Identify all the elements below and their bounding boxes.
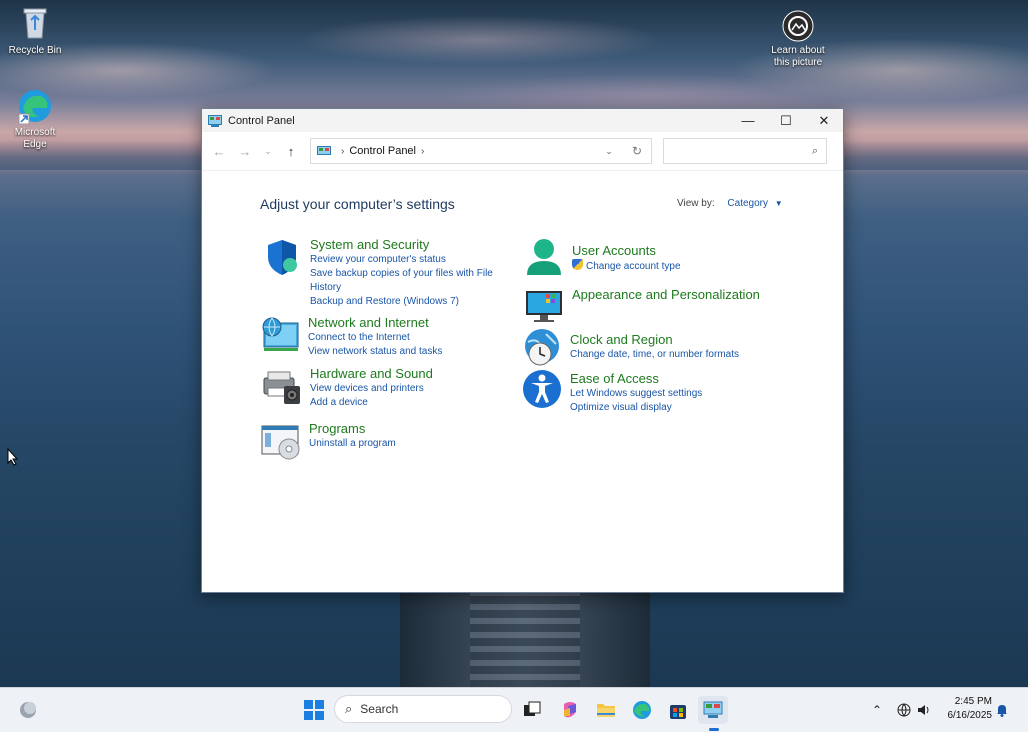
- taskbar: ⌕ Search ⌃ 2:45 PM 6/16/2025: [0, 687, 1028, 732]
- hardware-sound-title[interactable]: Hardware and Sound: [310, 366, 433, 382]
- breadcrumb-separator[interactable]: ›: [341, 146, 344, 157]
- review-status-link[interactable]: Review your computer's status: [310, 253, 493, 267]
- weather-widget-icon[interactable]: [14, 696, 42, 724]
- change-date-formats-link[interactable]: Change date, time, or number formats: [570, 348, 739, 362]
- back-arrow-icon[interactable]: ←: [206, 144, 232, 159]
- forward-arrow-icon[interactable]: →: [232, 144, 258, 159]
- change-account-type-label: Change account type: [586, 261, 681, 272]
- volume-icon[interactable]: [917, 688, 931, 732]
- title-bar[interactable]: Control Panel — ☐ ✕: [202, 109, 843, 132]
- appearance-title[interactable]: Appearance and Personalization: [572, 287, 760, 303]
- accessibility-icon[interactable]: [522, 369, 562, 409]
- category-hardware-sound: Hardware and Sound View devices and prin…: [262, 366, 433, 410]
- network-tray-icon[interactable]: [897, 688, 911, 732]
- category-clock-region: Clock and Region Change date, time, or n…: [522, 328, 739, 368]
- refresh-icon[interactable]: ↻: [623, 144, 651, 158]
- control-panel-content: Adjust your computer’s settings View by:…: [202, 171, 843, 591]
- desktop-icon-recycle-bin[interactable]: Recycle Bin: [0, 6, 70, 57]
- uninstall-program-link[interactable]: Uninstall a program: [309, 437, 396, 451]
- search-icon: ⌕: [345, 701, 353, 716]
- user-icon[interactable]: [524, 237, 564, 277]
- clock-region-title[interactable]: Clock and Region: [570, 332, 739, 348]
- devices-printers-link[interactable]: View devices and printers: [310, 382, 433, 396]
- notification-bell-icon[interactable]: [996, 688, 1008, 732]
- address-dropdown-chevron-icon[interactable]: ⌄: [595, 146, 623, 157]
- backup-restore-link[interactable]: Backup and Restore (Windows 7): [310, 295, 493, 309]
- edge-label-line1: Microsoft: [14, 127, 56, 138]
- recent-locations-chevron-icon[interactable]: ⌄: [258, 146, 278, 157]
- category-ease-of-access: Ease of Access Let Windows suggest setti…: [522, 369, 702, 415]
- taskbar-clock[interactable]: 2:45 PM 6/16/2025: [940, 695, 993, 723]
- programs-title[interactable]: Programs: [309, 421, 396, 437]
- close-button[interactable]: ✕: [805, 109, 843, 132]
- control-panel-icon: [208, 114, 222, 127]
- uac-shield-icon: [572, 259, 583, 270]
- taskbar-search-box[interactable]: ⌕ Search: [334, 695, 512, 723]
- up-arrow-icon[interactable]: ↑: [278, 144, 304, 159]
- copilot-icon[interactable]: [556, 696, 584, 724]
- category-system-security: System and Security Review your computer…: [262, 237, 493, 309]
- learn-label-line1: Learn about: [771, 45, 825, 56]
- view-by-category-dropdown[interactable]: Category: [727, 198, 768, 209]
- user-accounts-title[interactable]: User Accounts: [572, 243, 681, 259]
- network-status-link[interactable]: View network status and tasks: [308, 345, 442, 359]
- printer-speaker-icon[interactable]: [262, 366, 302, 406]
- ease-of-access-title[interactable]: Ease of Access: [570, 371, 702, 387]
- window-title: Control Panel: [228, 114, 295, 127]
- mouse-cursor-icon: [7, 447, 19, 469]
- wallpaper-pier: [400, 590, 650, 690]
- clock-globe-icon[interactable]: [522, 328, 562, 368]
- view-by-label: View by:: [677, 198, 715, 209]
- maximize-button[interactable]: ☐: [767, 109, 805, 132]
- category-programs: Programs Uninstall a program: [261, 421, 396, 461]
- connect-internet-link[interactable]: Connect to the Internet: [308, 331, 442, 345]
- category-user-accounts: User Accounts Change account type: [524, 237, 681, 277]
- microsoft-store-icon[interactable]: [664, 696, 692, 724]
- system-security-title[interactable]: System and Security: [310, 237, 493, 253]
- control-panel-small-icon: [317, 145, 331, 155]
- task-view-icon[interactable]: [518, 696, 546, 724]
- edge-taskbar-icon[interactable]: [628, 696, 656, 724]
- shield-icon[interactable]: [262, 237, 302, 277]
- caret-down-icon[interactable]: ▼: [775, 199, 783, 208]
- save-backup-link[interactable]: Save backup copies of your files with Fi…: [310, 267, 493, 281]
- search-icon: ⌕: [811, 144, 818, 157]
- change-account-type-link[interactable]: Change account type: [572, 259, 681, 274]
- camera-icon: [782, 10, 814, 42]
- control-panel-taskbar-icon[interactable]: [698, 696, 728, 724]
- programs-disc-icon[interactable]: [261, 421, 301, 461]
- network-internet-title[interactable]: Network and Internet: [308, 315, 442, 331]
- file-explorer-icon[interactable]: [592, 696, 620, 724]
- add-device-link[interactable]: Add a device: [310, 396, 433, 410]
- taskbar-search-label: Search: [360, 702, 399, 716]
- recycle-bin-label: Recycle Bin: [8, 45, 62, 56]
- search-control-panel-input[interactable]: ⌕: [663, 138, 827, 164]
- monitor-palette-icon[interactable]: [524, 285, 564, 325]
- clock-time: 2:45 PM: [954, 696, 992, 707]
- recycle-bin-icon: [17, 6, 53, 42]
- save-backup-link-cont[interactable]: History: [310, 281, 493, 295]
- breadcrumb-control-panel[interactable]: Control Panel: [349, 145, 416, 157]
- desktop-icon-edge[interactable]: Microsoft Edge: [0, 88, 70, 151]
- control-panel-window: Control Panel — ☐ ✕ ← → ⌄ ↑ › Control Pa…: [201, 108, 844, 593]
- category-appearance: Appearance and Personalization: [524, 285, 760, 325]
- category-network-internet: Network and Internet Connect to the Inte…: [260, 315, 442, 359]
- suggest-settings-link[interactable]: Let Windows suggest settings: [570, 387, 702, 401]
- minimize-button[interactable]: —: [729, 109, 767, 132]
- optimize-display-link[interactable]: Optimize visual display: [570, 401, 702, 415]
- page-title: Adjust your computer’s settings: [260, 196, 455, 212]
- breadcrumb-separator-end[interactable]: ›: [421, 146, 424, 157]
- network-globe-icon[interactable]: [260, 315, 300, 355]
- desktop-icon-learn-picture[interactable]: Learn about this picture: [763, 10, 833, 69]
- learn-label-line2: this picture: [773, 57, 823, 68]
- address-field[interactable]: › Control Panel › ⌄ ↻: [310, 138, 652, 164]
- clock-date: 6/16/2025: [947, 710, 993, 721]
- address-bar-row: ← → ⌄ ↑ › Control Panel › ⌄ ↻ ⌕: [202, 132, 843, 171]
- edge-icon: [17, 88, 53, 125]
- show-hidden-icons-chevron-icon[interactable]: ⌃: [872, 688, 882, 732]
- view-by-control: View by: Category ▼: [677, 198, 783, 209]
- edge-label-line2: Edge: [23, 139, 47, 150]
- start-windows-icon[interactable]: [300, 696, 328, 724]
